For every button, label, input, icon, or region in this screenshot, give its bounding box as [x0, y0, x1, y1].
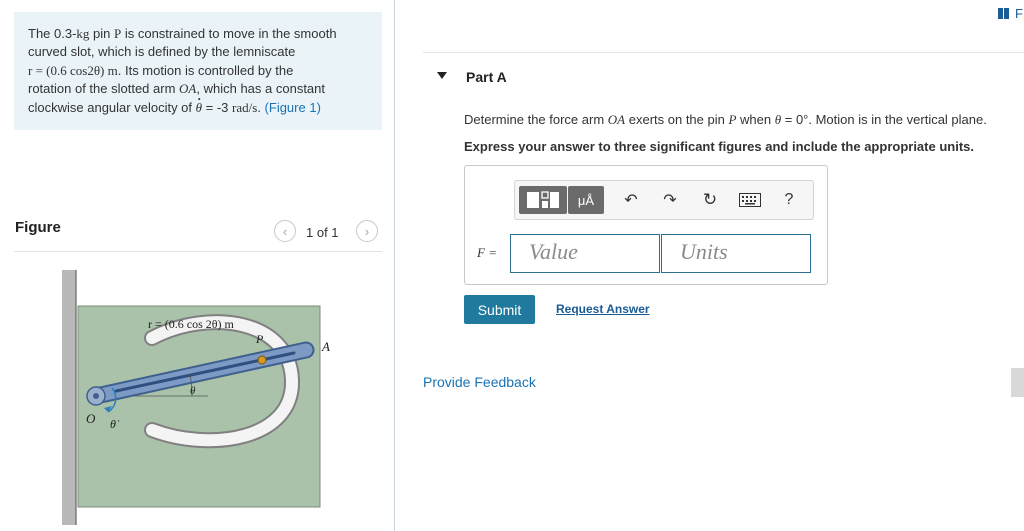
- symbol-oa: OA: [179, 81, 197, 97]
- units-input[interactable]: Units: [661, 234, 811, 273]
- question-part: Determine the force arm: [464, 112, 608, 127]
- question-part: when: [736, 112, 775, 127]
- pin-p: [257, 355, 267, 365]
- keyboard-icon[interactable]: [737, 186, 763, 214]
- lemniscate-equation: r = (0.6 cos2θ) m: [28, 62, 118, 78]
- problem-text: The 0.3-: [28, 26, 77, 41]
- side-panel-tab[interactable]: [1011, 368, 1024, 397]
- problem-text: . Its motion is controlled by the: [117, 62, 294, 78]
- problem-text: clockwise angular velocity of: [28, 99, 196, 115]
- symbol-oa: OA: [607, 112, 626, 127]
- answer-instruction: Express your answer to three significant…: [464, 139, 974, 154]
- question-part: exerts on the pin: [625, 112, 729, 127]
- provide-feedback-link[interactable]: Provide Feedback: [423, 374, 536, 390]
- answer-panel: μÅ ↶ ↷ ↻ ? F = Value Units: [464, 165, 828, 285]
- chevron-left-icon: ‹: [282, 223, 288, 239]
- question-text: Determine the force arm OA exerts on the…: [464, 112, 987, 128]
- problem-text: = -3: [202, 99, 233, 115]
- problem-text: curved slot, which is defined by the lem…: [28, 44, 296, 60]
- wall: [62, 270, 76, 525]
- collapse-caret-icon[interactable]: [437, 72, 447, 79]
- figure-divider: [14, 251, 382, 252]
- redo-icon[interactable]: ↷: [658, 186, 682, 214]
- problem-text: , which has a constant: [196, 81, 326, 97]
- figure-label-p: P: [255, 332, 264, 346]
- templates-button[interactable]: [519, 186, 567, 214]
- submit-button[interactable]: Submit: [464, 295, 535, 324]
- book-icon[interactable]: [998, 8, 1010, 19]
- figure-eq-label: r = (0.6 cos 2θ) m: [148, 317, 235, 331]
- chevron-right-icon: ›: [364, 223, 370, 239]
- figure-label-theta: θ: [190, 385, 196, 397]
- templates-icon: [527, 191, 559, 208]
- unit-kg: kg: [76, 26, 90, 41]
- request-answer-link[interactable]: Request Answer: [556, 302, 650, 316]
- answer-variable-label: F =: [477, 245, 497, 260]
- math-toolbar: μÅ ↶ ↷ ↻ ?: [514, 180, 814, 220]
- corner-text[interactable]: F: [1015, 6, 1023, 21]
- figure-prev-button[interactable]: ‹: [274, 220, 296, 242]
- question-part: . Motion is in the vertical plane.: [808, 112, 987, 127]
- value-input[interactable]: Value: [510, 234, 660, 273]
- figure-next-button[interactable]: ›: [356, 220, 378, 242]
- help-button[interactable]: ?: [777, 186, 801, 214]
- question-part: = 0°: [781, 112, 809, 127]
- figure-link[interactable]: (Figure 1): [265, 100, 321, 115]
- header-divider: [423, 52, 1024, 53]
- part-title[interactable]: Part A: [466, 69, 507, 85]
- symbol-theta-dot: θ: [196, 86, 202, 117]
- units-button[interactable]: μÅ: [568, 186, 604, 214]
- figure-heading: Figure: [15, 219, 61, 236]
- reset-icon[interactable]: ↻: [698, 186, 722, 214]
- undo-icon[interactable]: ↶: [619, 186, 643, 214]
- problem-text: rotation of the slotted arm: [28, 81, 180, 97]
- figure-label-a: A: [321, 339, 330, 354]
- problem-text: pin: [89, 26, 114, 41]
- figure-label-o: O: [86, 411, 96, 426]
- problem-statement: The 0.3-kg pin P is constrained to move …: [14, 12, 382, 130]
- problem-text: is constrained to move in the smooth: [121, 26, 337, 41]
- figure-image: r = (0.6 cos 2θ) m P A O θ θ̇: [62, 270, 330, 525]
- problem-text: .: [257, 99, 265, 115]
- column-divider: [394, 0, 395, 531]
- unit-rad-s: rad/s: [232, 99, 258, 115]
- figure-pager-count: 1 of 1: [306, 225, 339, 240]
